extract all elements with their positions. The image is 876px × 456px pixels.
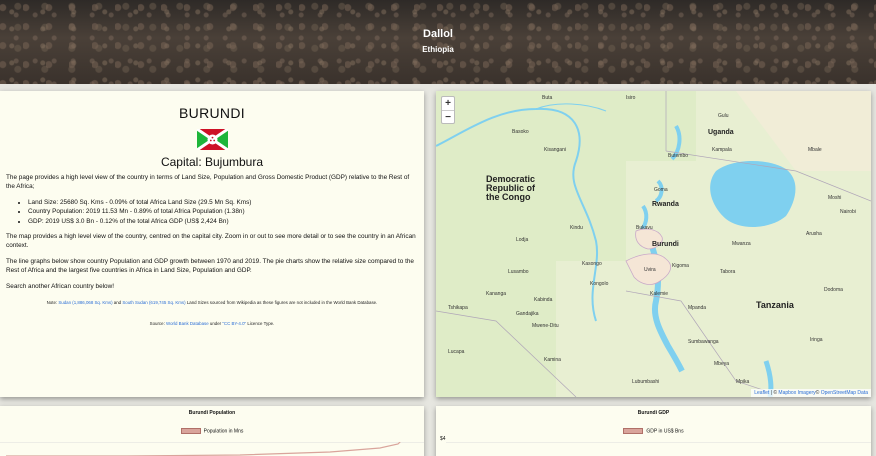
- intro-text: The page provides a high level view of t…: [6, 174, 410, 191]
- map-label-burundi: Burundi: [652, 241, 679, 248]
- city-label: Mpanda: [688, 305, 707, 311]
- city-label: Kampala: [712, 147, 732, 153]
- city-label: Tshikapa: [448, 305, 468, 311]
- city-label: Kindu: [570, 225, 583, 231]
- population-chart-title: Burundi Population: [188, 410, 236, 416]
- city-label: Mpika: [736, 379, 750, 385]
- land-size-stat: Land Size: 25680 Sq. Kms - 0.09% of tota…: [28, 198, 418, 207]
- note-and: and: [113, 300, 122, 306]
- population-legend[interactable]: Population in Mns: [0, 428, 424, 434]
- city-label: Gandajika: [516, 311, 539, 317]
- city-label: Butembo: [668, 153, 689, 159]
- city-label: Uvira: [644, 267, 656, 273]
- city-label: Bukavu: [636, 225, 653, 231]
- leaflet-link[interactable]: Leaflet: [754, 390, 769, 396]
- city-label: Kamina: [544, 357, 561, 363]
- gdp-stat: GDP: 2019 US$ 3.0 Bn - 0.12% of the tota…: [28, 217, 418, 226]
- city-label: Lodja: [516, 237, 529, 243]
- stats-list: Land Size: 25680 Sq. Kms - 0.09% of tota…: [28, 198, 418, 226]
- land-size-note: Note: Sudan (1,886,068 Sq. Kms) and Sout…: [6, 300, 418, 305]
- charts-description: The line graphs below show country Popul…: [6, 257, 414, 275]
- gdp-legend[interactable]: GDP in US$ Bns: [436, 428, 871, 434]
- gdp-legend-swatch: [623, 428, 644, 434]
- burundi-flag-icon: [196, 129, 228, 150]
- note-prefix: Note:: [46, 300, 58, 306]
- city-label: Nairobi: [840, 209, 856, 215]
- gdp-legend-label: GDP in US$ Bns: [646, 428, 684, 435]
- map-label-uganda: Uganda: [708, 129, 734, 136]
- city-label: Kalemie: [650, 291, 669, 297]
- city-label: Kasongo: [582, 261, 602, 267]
- city-label: Lubumbashi: [632, 379, 660, 385]
- city-label: Gulu: [718, 113, 729, 119]
- city-label: Mbale: [808, 147, 822, 153]
- city-label: Lusambo: [508, 269, 529, 275]
- city-label: Basoko: [512, 129, 529, 135]
- gdp-chart-title: Burundi GDP: [637, 410, 670, 416]
- city-label: Kongolo: [590, 281, 609, 287]
- city-label: Kabinda: [534, 297, 553, 303]
- country-map[interactable]: + − Democratic Republic of the Congo Uga…: [436, 91, 871, 397]
- source-under: under: [209, 321, 222, 327]
- mapbox-link[interactable]: Mapbox Imagery: [778, 390, 815, 396]
- south-sudan-link[interactable]: South Sudan (619,745 Sq. Kms): [122, 300, 185, 305]
- license-link[interactable]: "CC BY-4.0": [222, 321, 246, 326]
- gdp-chart-plot: [446, 442, 871, 443]
- population-stat: Country Population: 2019 11.53 Mn - 0.89…: [28, 207, 418, 216]
- population-legend-label: Population in Mns: [203, 428, 244, 435]
- zoom-out-button[interactable]: −: [442, 110, 454, 123]
- country-info-card: BURUNDI Capital: Bujumbura The page prov…: [0, 91, 424, 397]
- source-suffix: Licence Type.: [247, 321, 275, 327]
- zoom-control: + −: [441, 96, 455, 124]
- source-line: Source: World Bank Database under "CC BY…: [6, 321, 418, 326]
- hero-subtitle: Ethiopia: [422, 45, 454, 54]
- city-label: Kananga: [486, 291, 507, 297]
- city-label: Arusha: [806, 231, 822, 237]
- sudan-link[interactable]: Sudan (1,886,068 Sq. Kms): [58, 300, 112, 305]
- zoom-in-button[interactable]: +: [442, 97, 454, 110]
- city-label: Mbeya: [714, 361, 730, 367]
- city-label: Lucapa: [448, 349, 465, 355]
- population-chart-card: Burundi Population Population in Mns: [0, 406, 424, 456]
- map-label-drc: Democratic Republic of the Congo: [486, 175, 535, 202]
- note-suffix: Land Sizes sourced from Wikipedia as the…: [186, 300, 378, 306]
- city-label: Mwene-Ditu: [532, 323, 559, 329]
- city-label: Sumbawanga: [688, 339, 719, 345]
- city-label: Moshi: [828, 195, 842, 201]
- map-label-tanzania: Tanzania: [756, 300, 794, 310]
- hero-banner: Dallol Ethiopia: [0, 0, 876, 84]
- gdp-chart-card: Burundi GDP GDP in US$ Bns $4: [436, 406, 871, 456]
- search-prompt: Search another African country below!: [6, 282, 114, 290]
- population-chart-plot: [0, 442, 424, 456]
- map-description: The map provides a high level view of th…: [6, 233, 416, 250]
- city-label: Iringa: [810, 337, 823, 343]
- country-name: BURUNDI: [179, 105, 245, 121]
- city-label: Goma: [654, 187, 668, 193]
- city-label: Kisangani: [544, 147, 566, 153]
- city-label: Tabora: [720, 269, 736, 275]
- source-prefix: Source:: [149, 321, 165, 327]
- population-legend-swatch: [180, 428, 201, 434]
- city-label: Dodoma: [824, 287, 843, 293]
- city-label: Mwanza: [732, 241, 751, 247]
- city-label: Isiro: [626, 95, 636, 101]
- page: Dallol Ethiopia BURUNDI Capital: Bujumbu…: [0, 0, 876, 456]
- city-label: Kigoma: [672, 263, 689, 269]
- map-label-rwanda: Rwanda: [652, 201, 679, 208]
- capital-heading: Capital: Bujumbura: [160, 155, 264, 169]
- world-bank-link[interactable]: World Bank Database: [166, 321, 209, 326]
- drc-line-3: the Congo: [486, 192, 531, 202]
- city-label: Buta: [542, 95, 553, 101]
- hero-title: Dallol: [423, 28, 453, 40]
- map-attribution: Leaflet | © Mapbox Imagery© OpenStreetMa…: [751, 389, 871, 397]
- osm-link[interactable]: OpenStreetMap Data: [821, 390, 868, 396]
